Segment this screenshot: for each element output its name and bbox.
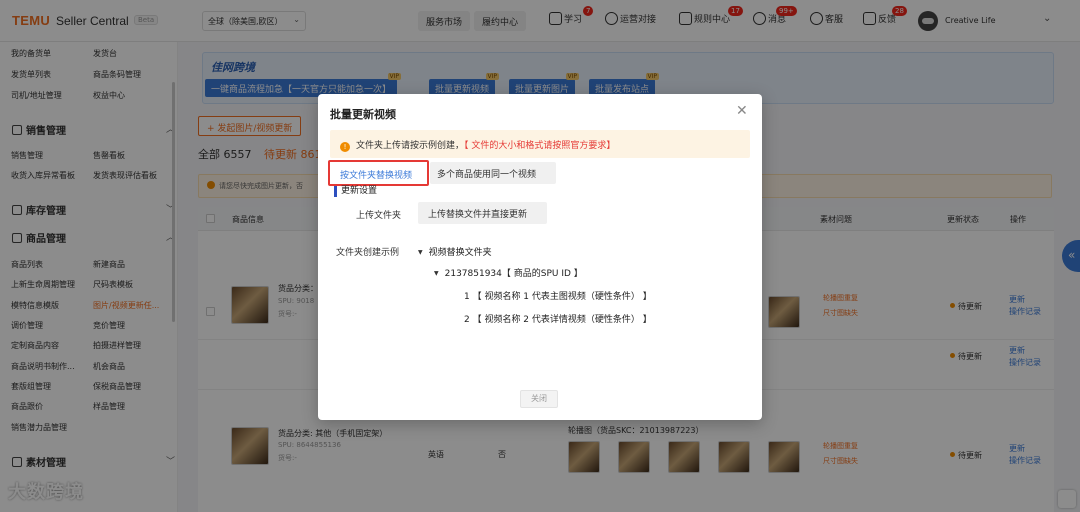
batch-update-video-dialog: 批量更新视频 ✕ ! 文件夹上传请按示例创建，【 文件的大小和格式请按照官方要求】… [318,94,762,420]
tab-replace-by-folder[interactable]: 按文件夹替换视频 [328,160,429,186]
tree-video-2: 2 【 视频名称 2 代表详情视频（硬性条件） 】 [464,315,652,325]
tree-spu-folder: ▼ 2137851934【 商品的SPU ID 】 [434,269,583,279]
caret-down-icon: ▼ [418,249,423,256]
tree-video-1: 1 【 视频名称 1 代表主图视频（硬性条件） 】 [464,292,652,302]
upload-notice: ! 文件夹上传请按示例创建，【 文件的大小和格式请按照官方要求】 [330,130,750,158]
close-icon[interactable]: ✕ [736,103,748,119]
tab-shared-video[interactable]: 多个商品使用同一个视频 [430,162,556,184]
warning-icon: ! [340,142,350,152]
dialog-title: 批量更新视频 [330,108,396,121]
folder-example-label: 文件夹创建示例 [336,248,400,258]
section-update-settings: 更新设置 [334,186,377,197]
close-button[interactable]: 关闭 [520,390,558,408]
upload-replace-option[interactable]: 上传替换文件并直接更新 [418,202,547,224]
upload-folder-label: 上传文件夹 [356,211,402,221]
tree-root: ▼ 视频替换文件夹 [418,248,492,258]
caret-down-icon: ▼ [434,270,439,277]
